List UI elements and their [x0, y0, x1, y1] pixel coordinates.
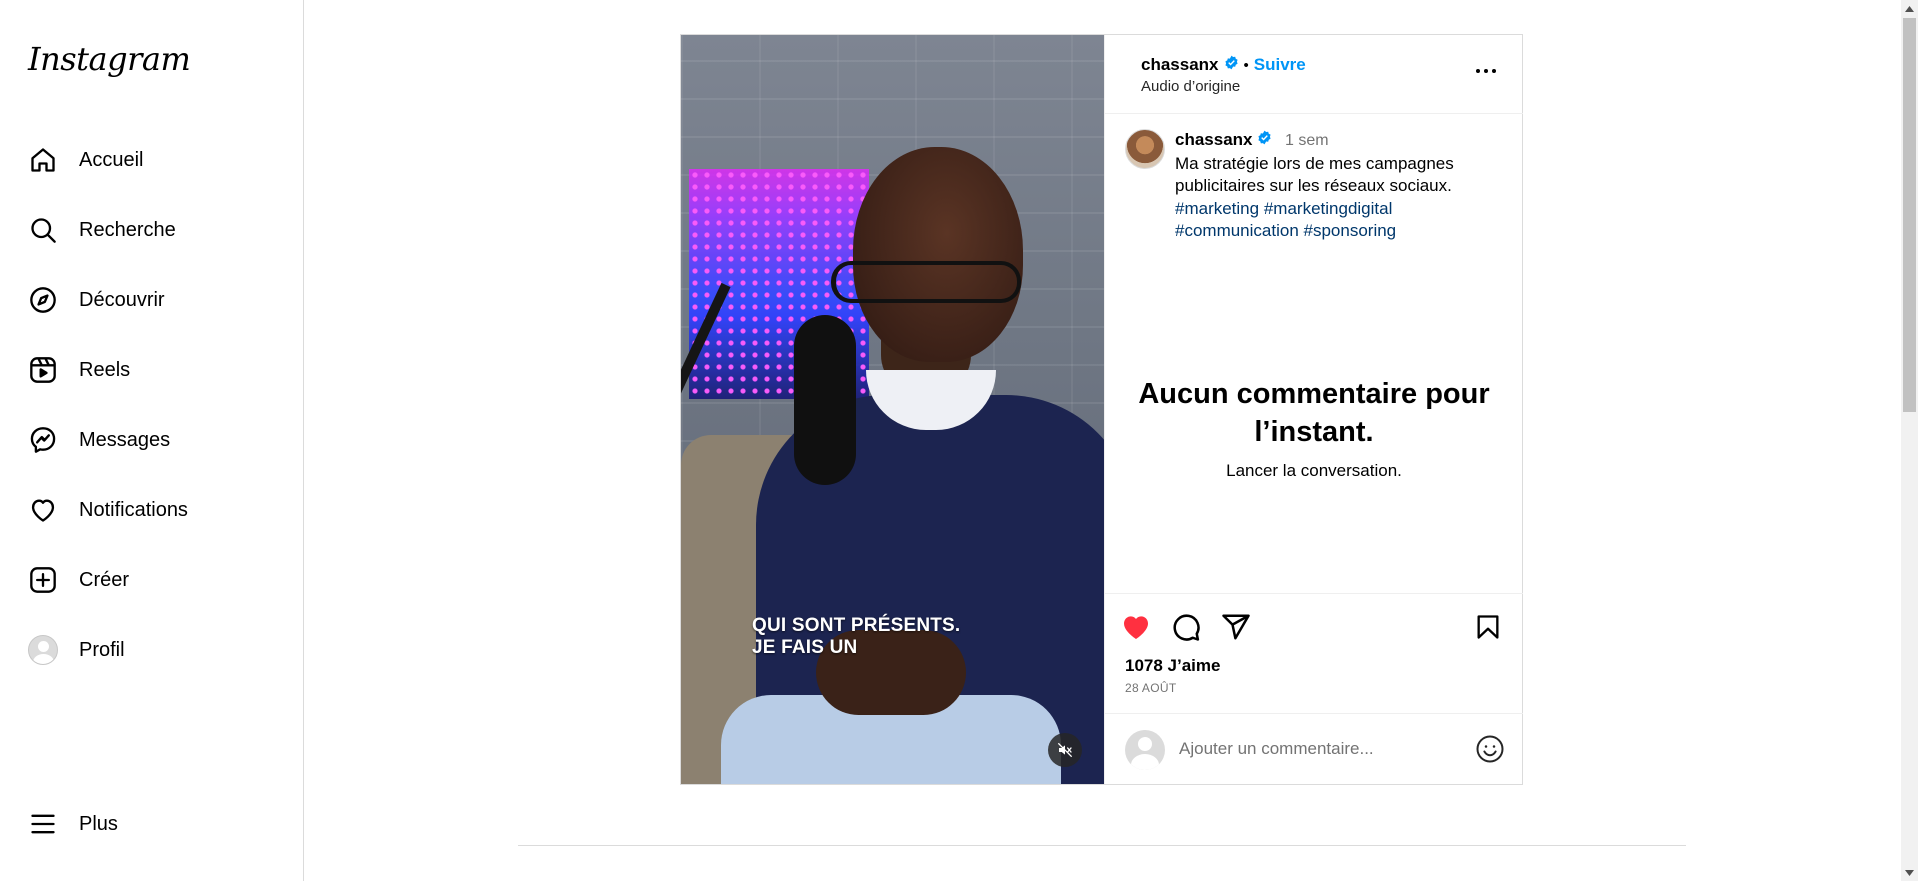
sidebar-item-label: Accueil [79, 148, 144, 171]
video-person-glasses [831, 261, 1021, 303]
video-subtitle-line: JE FAIS UN [752, 637, 858, 658]
page-scrollbar[interactable] [1901, 0, 1918, 881]
post-side-panel: chassanx • Suivre Audio d’origine chassa… [1104, 35, 1523, 784]
profile-avatar-wrap [28, 635, 58, 665]
feed-divider [518, 845, 1686, 846]
more-options-button[interactable] [1471, 59, 1501, 83]
video-person-head [853, 147, 1023, 362]
post-actions: 1078 J’aime 28 AOÛT [1105, 593, 1523, 713]
sidebar-item-messages[interactable]: Messages [28, 416, 288, 464]
hashtag-link[interactable]: #communication [1175, 221, 1299, 240]
comment-composer [1105, 713, 1523, 784]
sidebar-item-label: Notifications [79, 498, 188, 521]
video-subtitle-line: QUI SONT PRÉSENTS. [752, 615, 961, 636]
heart-filled-icon [1124, 616, 1148, 639]
sidebar-item-label: Reels [79, 358, 131, 381]
caption-text: Ma stratégie lors de mes campagnes publi… [1175, 153, 1454, 196]
scrollbar-thumb[interactable] [1903, 18, 1916, 412]
like-button[interactable] [1119, 610, 1153, 644]
compass-icon [28, 285, 58, 315]
avatar [28, 635, 58, 665]
bookmark-icon [1477, 615, 1499, 639]
reel-video[interactable]: QUI SONT PRÉSENTS. JE FAIS UN [681, 35, 1104, 784]
search-icon [28, 215, 58, 245]
caption-body: chassanx 1 sem Ma stratégie lors de mes … [1175, 129, 1505, 243]
caption-hashtags: #marketing #marketingdigital #communicat… [1175, 198, 1505, 243]
post-header: chassanx • Suivre Audio d’origine [1105, 35, 1523, 114]
emoji-button[interactable] [1475, 734, 1505, 764]
sidebar-item-label: Recherche [79, 218, 176, 241]
hashtag-link[interactable]: #marketingdigital [1264, 199, 1393, 218]
no-comments-subtitle: Lancer la conversation. [1226, 461, 1402, 480]
sidebar-item-label: Profil [79, 638, 125, 661]
hashtag-link[interactable]: #sponsoring [1304, 221, 1397, 240]
sidebar-item-more[interactable]: Plus [28, 800, 288, 848]
messenger-icon [28, 425, 58, 455]
sidebar-item-label: Créer [79, 568, 130, 591]
comment-button[interactable] [1169, 610, 1203, 644]
sidebar-item-explore[interactable]: Découvrir [28, 276, 288, 324]
avatar [1125, 730, 1165, 770]
header-dot-separator: • [1243, 56, 1249, 74]
sidebar-item-notifications[interactable]: Notifications [28, 486, 288, 534]
video-microphone [794, 315, 856, 485]
emoji-icon [1476, 735, 1504, 763]
share-button[interactable] [1219, 610, 1253, 644]
plus-square-icon [28, 565, 58, 595]
no-comments-state: Aucun commentaire pour l’instant. Lancer… [1105, 375, 1523, 481]
post-author-username[interactable]: chassanx [1141, 55, 1219, 75]
verified-badge-icon [1257, 129, 1272, 152]
reels-icon [28, 355, 58, 385]
no-comments-title: Aucun commentaire pour l’instant. [1138, 378, 1490, 448]
post-header-line: chassanx • Suivre [1141, 55, 1306, 75]
audio-link[interactable]: Audio d’origine [1141, 78, 1240, 95]
save-button[interactable] [1471, 610, 1505, 644]
mute-button[interactable] [1048, 733, 1082, 767]
sidebar-item-label: Messages [79, 428, 171, 451]
post-card: QUI SONT PRÉSENTS. JE FAIS UN chassanx •… [680, 34, 1523, 785]
sidebar-item-label: Plus [79, 812, 118, 835]
scroll-down-arrow-icon[interactable] [1901, 864, 1918, 881]
menu-icon [28, 809, 58, 839]
comment-icon [1173, 614, 1200, 641]
sidebar: Instagram Accueil Recherche Découvrir Re… [0, 0, 304, 881]
speaker-muted-icon [1057, 742, 1073, 758]
instagram-app: Instagram Accueil Recherche Découvrir Re… [0, 0, 1918, 881]
scroll-up-arrow-icon[interactable] [1901, 0, 1918, 17]
instagram-logo[interactable]: Instagram [28, 40, 191, 78]
likes-count[interactable]: 1078 J’aime [1125, 656, 1220, 676]
sidebar-item-profile[interactable]: Profil [28, 626, 288, 674]
sidebar-item-label: Découvrir [79, 288, 165, 311]
sidebar-item-reels[interactable]: Reels [28, 346, 288, 394]
post-date[interactable]: 28 AOÛT [1125, 681, 1176, 695]
verified-badge-icon [1224, 55, 1239, 75]
more-horizontal-icon [1476, 69, 1496, 73]
caption-timestamp[interactable]: 1 sem [1285, 132, 1329, 149]
caption-username[interactable]: chassanx [1175, 130, 1253, 149]
caption-author-avatar[interactable] [1125, 129, 1165, 169]
sidebar-item-search[interactable]: Recherche [28, 206, 288, 254]
sidebar-item-create[interactable]: Créer [28, 556, 288, 604]
paper-plane-icon [1222, 614, 1250, 640]
comment-input[interactable] [1179, 734, 1449, 764]
hashtag-link[interactable]: #marketing [1175, 199, 1259, 218]
home-icon [28, 145, 58, 175]
video-subtitle: QUI SONT PRÉSENTS. JE FAIS UN [752, 615, 960, 659]
sidebar-item-home[interactable]: Accueil [28, 136, 288, 184]
heart-icon [28, 495, 58, 525]
follow-button[interactable]: Suivre [1254, 55, 1306, 75]
